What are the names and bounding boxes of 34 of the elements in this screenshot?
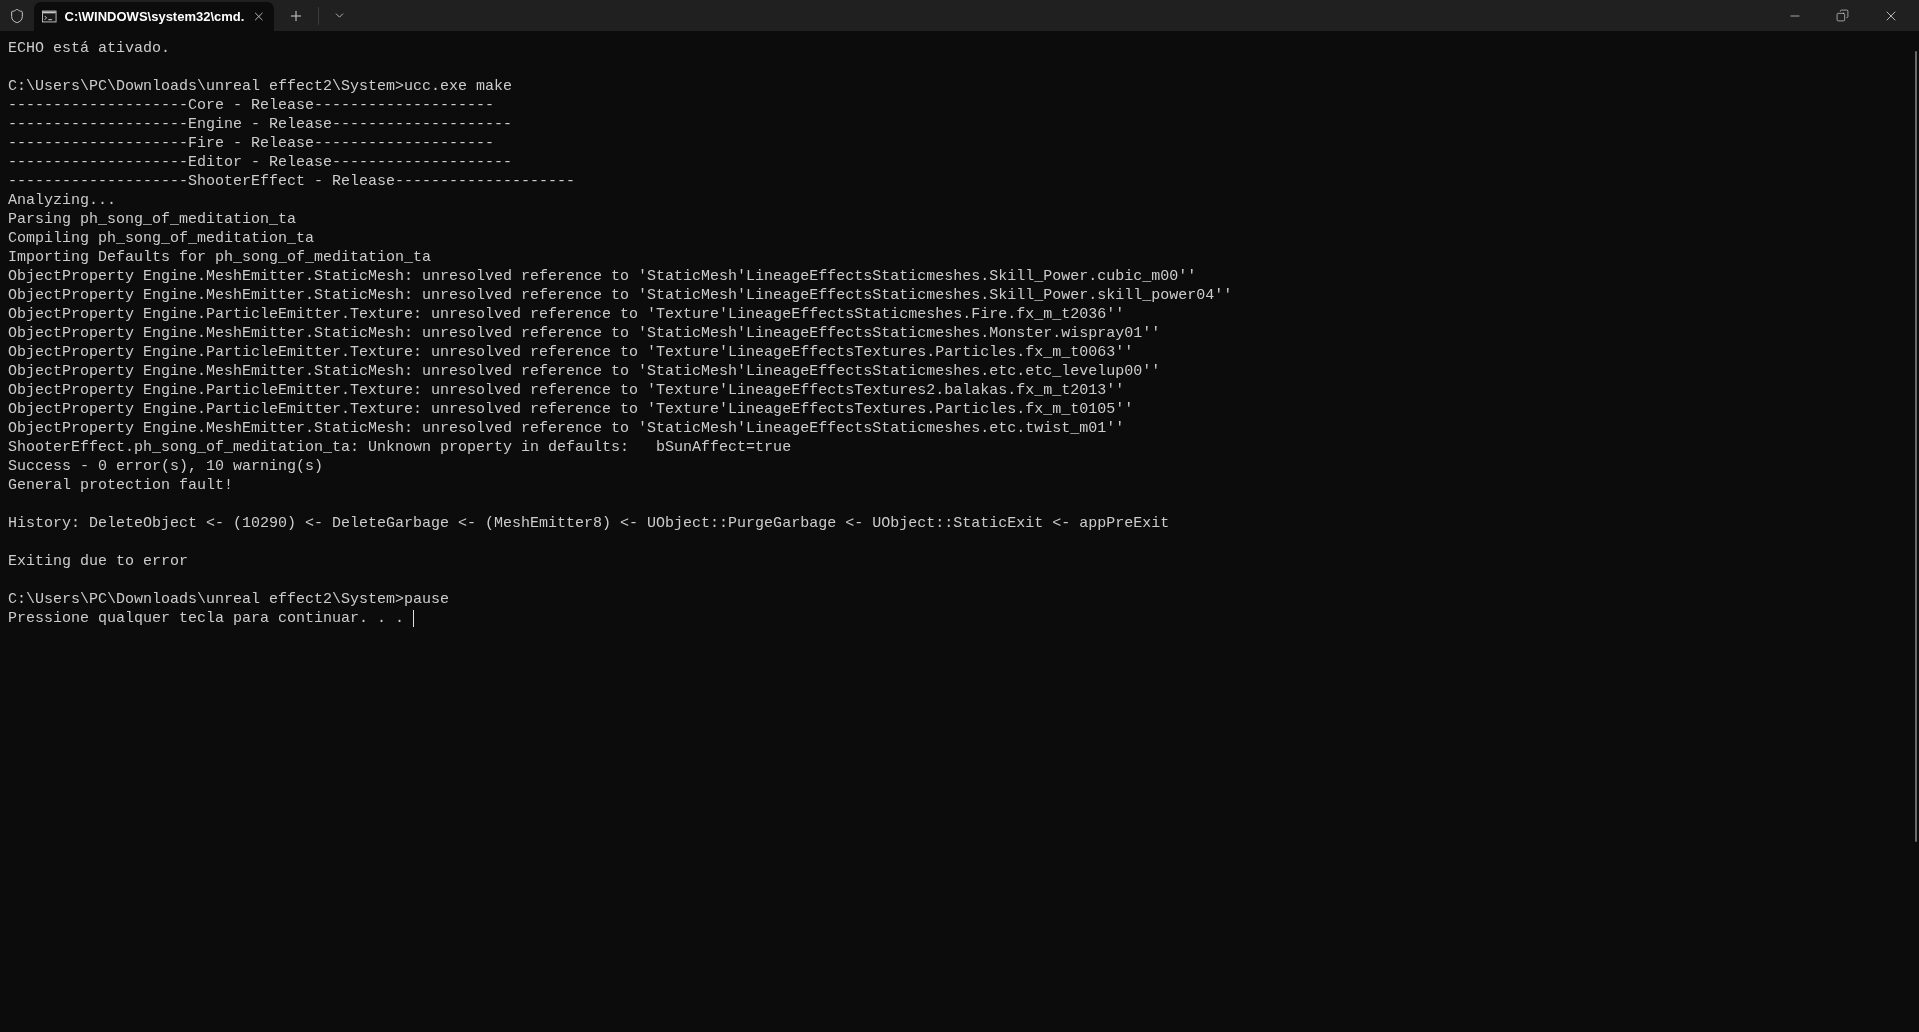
console-line: Importing Defaults for ph_song_of_meditation_ta (8, 248, 432, 267)
console-line: Exiting due to error (8, 552, 189, 571)
restore-icon[interactable] (1836, 9, 1849, 22)
terminal-tab[interactable]: C:\WINDOWS\system32\cmd. (34, 2, 274, 31)
console-line: --------------------Fire - Release-------------------- (8, 134, 495, 153)
console-line: --------------------ShooterEffect - Release-------------------- (8, 172, 576, 191)
console-line: Compiling ph_song_of_meditation_ta (8, 229, 315, 248)
console-line: ObjectProperty Engine.ParticleEmitter.Texture: unresolved reference to 'Texture'LineageEffectsTextures2.balakas.fx_m_t2013'' (8, 381, 1125, 400)
console-line: C:\Users\PC\Downloads\unreal effect2\System>pause (8, 590, 450, 609)
console-line: ObjectProperty Engine.MeshEmitter.StaticMesh: unresolved reference to 'StaticMesh'LineageEffectsStaticmeshes.Skill_Power.cubic_m00'' (8, 267, 1197, 286)
console-line: Success - 0 error(s), 10 warning(s) (8, 457, 324, 476)
console-line: Pressione qualquer tecla para continuar. . . (8, 609, 405, 628)
console-line: ObjectProperty Engine.MeshEmitter.StaticMesh: unresolved reference to 'StaticMesh'LineageEffectsStaticmeshes.etc.etc_levelup00'' (8, 362, 1161, 381)
console-line: Parsing ph_song_of_meditation_ta (8, 210, 297, 229)
console-line: Analyzing... (8, 191, 117, 210)
console-line: History: DeleteObject <- (10290) <- DeleteGarbage <- (MeshEmitter8) <- UObject::PurgeGarbage <- UObject::StaticExit <- appPreExit (8, 514, 1170, 533)
console-line: ObjectProperty Engine.MeshEmitter.StaticMesh: unresolved reference to 'StaticMesh'LineageEffectsStaticmeshes.Monster.wispray01'' (8, 324, 1161, 343)
tab-title: C:\WINDOWS\system32\cmd. (64, 7, 245, 26)
shield-icon[interactable] (9, 7, 25, 24)
console-line: General protection fault! (8, 476, 234, 495)
console-line: ObjectProperty Engine.ParticleEmitter.Texture: unresolved reference to 'Texture'LineageEffectsStaticmeshes.Fire.fx_m_t2036'' (8, 305, 1125, 324)
console-line: --------------------Editor - Release-------------------- (8, 153, 513, 172)
console-line: --------------------Engine - Release-------------------- (8, 115, 513, 134)
console-line: ObjectProperty Engine.MeshEmitter.StaticMesh: unresolved reference to 'StaticMesh'LineageEffectsStaticmeshes.Skill_Power.skill_power04'' (8, 286, 1233, 305)
scrollbar[interactable] (1915, 51, 1917, 842)
close-tab-icon[interactable] (252, 9, 266, 24)
console-line: --------------------Core - Release-------------------- (8, 96, 495, 115)
console-line: ShooterEffect.ph_song_of_meditation_ta: Unknown property in defaults: bSunAffect=true (8, 438, 792, 457)
console-line: ObjectProperty Engine.ParticleEmitter.Texture: unresolved reference to 'Texture'LineageEffectsTextures.Particles.fx_m_t0105'' (8, 400, 1134, 419)
console-line: C:\Users\PC\Downloads\unreal effect2\System>ucc.exe make (8, 77, 513, 96)
console-line: ECHO está ativado. (8, 39, 171, 58)
console-line: ObjectProperty Engine.ParticleEmitter.Texture: unresolved reference to 'Texture'LineageEffectsTextures.Particles.fx_m_t0063'' (8, 343, 1134, 362)
console-line: ObjectProperty Engine.MeshEmitter.StaticMesh: unresolved reference to 'StaticMesh'LineageEffectsStaticmeshes.etc.twist_m01'' (8, 419, 1125, 438)
terminal-icon (42, 10, 57, 23)
